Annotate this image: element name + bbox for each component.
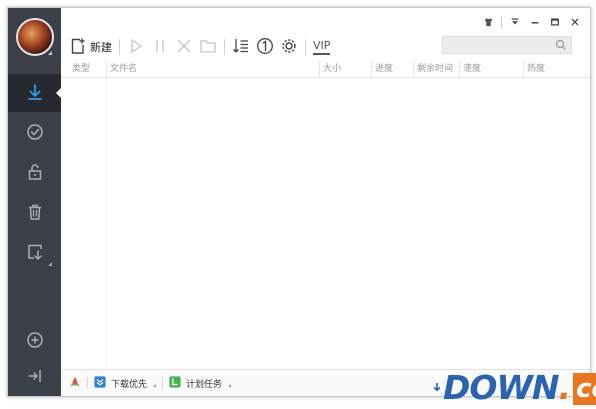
column-heat[interactable]: 热度 <box>523 61 583 77</box>
avatar-menu-indicator <box>48 51 52 55</box>
site-watermark: DOWN . cc <box>433 365 596 407</box>
toolbar: 新建 VIP <box>69 35 336 59</box>
status-separator <box>87 377 88 389</box>
sidebar-item-private[interactable] <box>8 154 61 192</box>
import-icon <box>26 243 44 264</box>
watermark-download-icon <box>433 382 441 395</box>
column-filename[interactable]: 文件名 <box>106 61 319 77</box>
scheduled-task-label: 计划任务 <box>186 379 223 390</box>
maximize-icon[interactable] <box>548 15 562 29</box>
column-size[interactable]: 大小 <box>319 61 371 77</box>
app-window: 新建 VIP 类型 文件名 大小 进度 剩余时间 速度 热度 下载优先 计划任务 <box>7 7 591 397</box>
priority-icon <box>94 375 106 391</box>
new-task-label: 新建 <box>90 41 112 54</box>
sidebar-item-trash[interactable] <box>8 194 61 232</box>
number-one-icon <box>256 37 274 58</box>
download-icon <box>26 83 44 104</box>
column-progress[interactable]: 进度 <box>371 61 413 77</box>
priority-dropdown-caret <box>153 384 157 387</box>
schedule-icon <box>169 375 181 391</box>
window-controls <box>481 15 582 29</box>
control-separator <box>501 16 502 28</box>
column-remaining-time[interactable]: 剩余时间 <box>413 61 459 77</box>
folder-icon <box>199 37 217 58</box>
check-circle-icon <box>26 123 44 144</box>
sidebar-item-downloading[interactable] <box>8 74 62 112</box>
new-task-button[interactable]: 新建 <box>69 35 112 59</box>
main-panel: 新建 VIP 类型 文件名 大小 进度 剩余时间 速度 热度 下载优先 计划任务 <box>61 8 590 396</box>
sort-button[interactable] <box>232 35 250 59</box>
download-list[interactable] <box>61 78 590 369</box>
download-priority-label: 下载优先 <box>111 379 148 390</box>
pause-button[interactable] <box>151 35 169 59</box>
download-priority-button[interactable]: 下载优先 <box>94 370 157 396</box>
sidebar <box>8 8 62 396</box>
column-speed[interactable]: 速度 <box>459 61 523 77</box>
speed-mode-button[interactable] <box>69 370 81 396</box>
minimize-icon[interactable] <box>528 15 542 29</box>
new-file-icon <box>69 37 87 58</box>
close-icon[interactable] <box>568 15 582 29</box>
gear-icon <box>280 37 298 58</box>
sidebar-item-exit[interactable] <box>8 358 61 396</box>
watermark-dot: . <box>558 368 572 407</box>
single-task-button[interactable] <box>256 35 274 59</box>
table-header: 类型 文件名 大小 进度 剩余时间 速度 热度 <box>61 61 590 78</box>
delete-x-icon <box>175 37 193 58</box>
toolbar-separator <box>224 39 225 55</box>
scheduled-task-button[interactable]: 计划任务 <box>169 370 232 396</box>
vip-button[interactable]: VIP <box>313 35 331 59</box>
exit-icon <box>26 367 44 388</box>
delete-button[interactable] <box>175 35 193 59</box>
vip-label: VIP <box>313 39 331 55</box>
play-icon <box>127 37 145 58</box>
column-guide <box>106 78 107 369</box>
sidebar-item-completed[interactable] <box>8 114 61 152</box>
rocket-icon <box>69 376 81 391</box>
menu-dropdown-icon[interactable] <box>508 15 522 29</box>
sort-icon <box>232 37 250 58</box>
column-type[interactable]: 类型 <box>69 61 106 77</box>
status-separator <box>162 377 164 389</box>
search-icon[interactable] <box>555 39 567 51</box>
toolbar-separator <box>119 39 120 55</box>
sidebar-item-add[interactable] <box>8 322 61 360</box>
open-folder-button[interactable] <box>199 35 217 59</box>
sidebar-item-import[interactable] <box>8 234 61 272</box>
schedule-dropdown-caret <box>228 384 232 387</box>
start-button[interactable] <box>127 35 145 59</box>
search-input[interactable] <box>442 36 572 54</box>
toolbar-separator <box>305 39 306 55</box>
trash-icon <box>26 203 44 224</box>
skin-icon[interactable] <box>481 15 495 29</box>
add-circle-icon <box>26 331 44 352</box>
unlock-icon <box>26 163 44 184</box>
pause-icon <box>151 37 169 58</box>
settings-button[interactable] <box>280 35 298 59</box>
watermark-tld: cc <box>573 373 596 405</box>
submenu-indicator <box>48 262 52 266</box>
watermark-main: DOWN <box>443 368 559 407</box>
